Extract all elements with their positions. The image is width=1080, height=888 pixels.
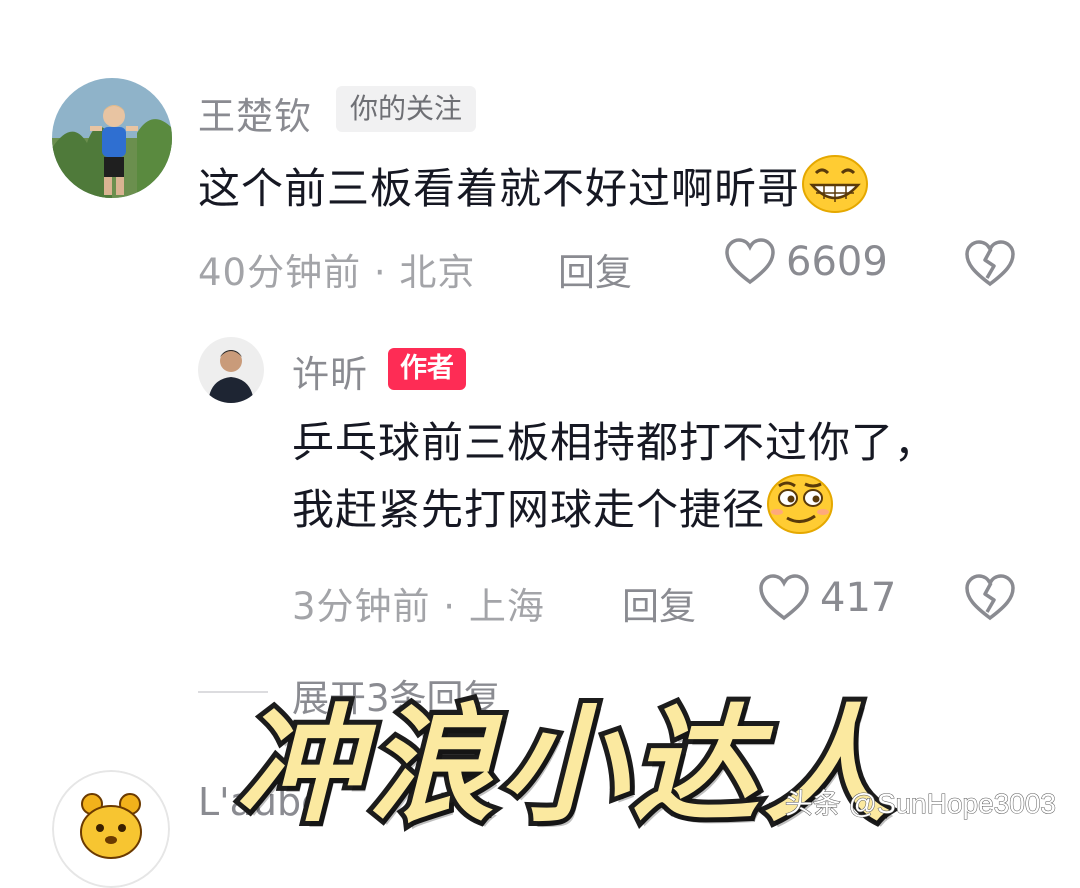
comment-username[interactable]: 王楚钦	[198, 86, 312, 140]
grin-emoji-icon	[802, 155, 869, 230]
following-badge: 你的关注	[336, 86, 477, 132]
like-count: 6609	[786, 239, 888, 285]
like-button[interactable]: 6609	[724, 238, 888, 286]
reply-button[interactable]: 回复	[622, 576, 696, 630]
watermark: 头条 @SunHope3003	[784, 788, 1056, 820]
comment-text-body: 这个前三板看着就不好过啊昕哥	[198, 164, 801, 213]
avatar-photo	[198, 337, 264, 403]
author-badge: 作者	[388, 348, 466, 390]
comment-time-location: 40分钟前 · 北京	[198, 251, 476, 294]
reply-text-line-2-body: 我赶紧先打网球走个捷径	[292, 485, 766, 534]
avatar-photo	[52, 78, 172, 198]
reply-time-location: 3分钟前 · 上海	[292, 585, 545, 628]
like-count: 417	[820, 575, 897, 621]
dislike-button[interactable]	[964, 240, 1016, 292]
like-button[interactable]: 417	[758, 574, 896, 622]
avatar-author[interactable]	[198, 337, 264, 403]
reply-text-line-1: 乒乓球前三板相持都打不过你了，	[292, 418, 938, 467]
broken-heart-icon	[965, 240, 1015, 287]
comment-text: 这个前三板看着就不好过啊昕哥	[198, 155, 869, 230]
reply-text: 乒乓球前三板相持都打不过你了， 我赶紧先打网球走个捷径	[292, 412, 937, 551]
smirk-emoji-icon	[767, 474, 834, 551]
broken-heart-icon	[965, 574, 1015, 621]
avatar-user-3[interactable]	[52, 770, 170, 888]
reply-text-line-2: 我赶紧先打网球走个捷径	[292, 474, 937, 551]
heart-icon	[725, 238, 775, 285]
avatar-user-1[interactable]	[52, 78, 172, 198]
avatar-cartoon	[52, 770, 170, 888]
reply-username[interactable]: 许昕	[292, 344, 368, 398]
heart-icon	[759, 574, 809, 621]
dislike-button[interactable]	[964, 574, 1016, 626]
reply-button[interactable]: 回复	[558, 242, 632, 296]
